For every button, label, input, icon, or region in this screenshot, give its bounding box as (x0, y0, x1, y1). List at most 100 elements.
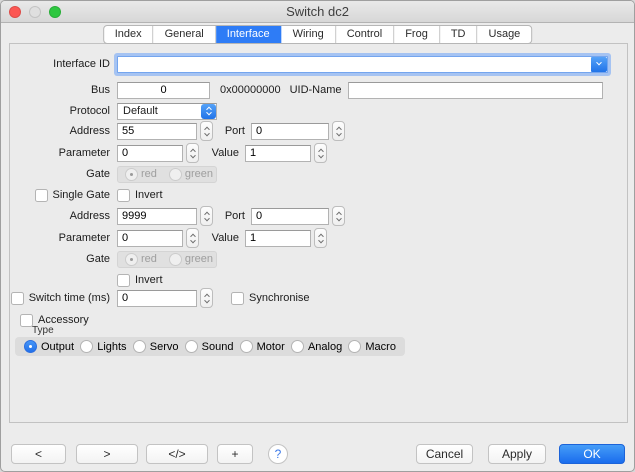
address2-row: Address Port (10, 206, 345, 226)
type-option-label: Analog (308, 341, 342, 353)
uid-name-input[interactable] (348, 82, 603, 99)
switch-time-row: Switch time (ms) Synchronise (10, 288, 310, 308)
address1-input[interactable] (117, 123, 197, 140)
radio-red-icon (125, 168, 138, 181)
apply-button[interactable]: Apply (488, 444, 546, 464)
tab-wiring[interactable]: Wiring (282, 26, 336, 43)
bus-hex-value: 0x00000000 (220, 84, 281, 96)
tab-general[interactable]: General (154, 26, 216, 43)
type-option-label: Sound (202, 341, 234, 353)
value2-stepper[interactable] (314, 228, 327, 248)
type-option-output[interactable]: Output (24, 340, 74, 353)
gate2-radio-group: red green (117, 251, 217, 268)
address2-label: Address (10, 210, 110, 222)
parameter2-input[interactable] (117, 230, 183, 247)
next-button[interactable]: > (76, 444, 138, 464)
prev-button[interactable]: < (11, 444, 66, 464)
gate2-red-label: red (141, 253, 157, 265)
synchronise-label: Synchronise (249, 292, 310, 304)
gate2-green-option: green (169, 253, 213, 266)
address2-input[interactable] (117, 208, 197, 225)
address1-stepper[interactable] (200, 121, 213, 141)
help-button[interactable]: ? (268, 444, 288, 464)
accessory-row: Accessory (20, 310, 89, 330)
type-option-motor[interactable]: Motor (240, 340, 285, 353)
switch-time-checkbox[interactable] (11, 292, 24, 305)
tab-interface[interactable]: Interface (216, 26, 282, 43)
tab-td[interactable]: TD (440, 26, 478, 43)
single-gate-checkbox[interactable] (35, 189, 48, 202)
port1-stepper[interactable] (332, 121, 345, 141)
radio-green-icon (169, 253, 182, 266)
type-radio-group: Output Lights Servo Sound Motor Analog (15, 337, 405, 356)
type-option-sound[interactable]: Sound (185, 340, 234, 353)
interface-id-combobox (117, 56, 608, 73)
gate1-green-option: green (169, 168, 213, 181)
address2-stepper[interactable] (200, 206, 213, 226)
stepper-down-icon (190, 152, 196, 158)
add-button[interactable]: + (217, 444, 253, 464)
radio-icon (240, 340, 253, 353)
tab-bar: Index General Interface Wiring Control F… (103, 25, 533, 44)
radio-icon (80, 340, 93, 353)
type-option-label: Servo (150, 341, 179, 353)
single-gate-row: Single Gate Invert (10, 185, 163, 205)
gate1-red-label: red (141, 168, 157, 180)
type-option-analog[interactable]: Analog (291, 340, 342, 353)
protocol-popup[interactable]: Default (117, 103, 217, 120)
stepper-down-icon (204, 215, 210, 221)
zoom-button[interactable] (49, 6, 61, 18)
bus-input[interactable] (117, 82, 210, 99)
value2-label: Value (199, 232, 239, 244)
parameter1-row: Parameter Value (10, 143, 327, 163)
title-bar: Switch dc2 (1, 1, 634, 23)
gate2-label: Gate (10, 253, 110, 265)
stepper-down-icon (204, 130, 210, 136)
protocol-row: Protocol Default (10, 101, 217, 121)
interface-id-input[interactable] (117, 56, 608, 73)
type-option-macro[interactable]: Macro (348, 340, 396, 353)
tab-control[interactable]: Control (336, 26, 394, 43)
ok-button[interactable]: OK (559, 444, 625, 464)
radio-selected-icon (24, 340, 37, 353)
parameter2-stepper[interactable] (186, 228, 199, 248)
port2-stepper[interactable] (332, 206, 345, 226)
address1-row: Address Port (10, 121, 345, 141)
cancel-button[interactable]: Cancel (416, 444, 473, 464)
gate2-red-option: red (125, 253, 157, 266)
invert2-checkbox[interactable] (117, 274, 130, 287)
radio-red-icon (125, 253, 138, 266)
synchronise-checkbox[interactable] (231, 292, 244, 305)
interface-id-dropdown-button[interactable] (591, 57, 607, 72)
tab-frog[interactable]: Frog (394, 26, 440, 43)
close-button[interactable] (9, 6, 21, 18)
popup-arrows-icon (201, 104, 216, 119)
value2-input[interactable] (245, 230, 311, 247)
parameter1-stepper[interactable] (186, 143, 199, 163)
switch-time-input[interactable] (117, 290, 197, 307)
invert1-checkbox[interactable] (117, 189, 130, 202)
interface-id-row: Interface ID (10, 54, 608, 74)
tab-index[interactable]: Index (104, 26, 154, 43)
tab-usage[interactable]: Usage (478, 26, 532, 43)
type-option-label: Macro (365, 341, 396, 353)
value1-input[interactable] (245, 145, 311, 162)
parameter1-input[interactable] (117, 145, 183, 162)
gate2-green-label: green (185, 253, 213, 265)
parameter2-label: Parameter (10, 232, 110, 244)
chevron-down-icon (596, 60, 602, 66)
port1-input[interactable] (251, 123, 329, 140)
type-option-lights[interactable]: Lights (80, 340, 126, 353)
code-button[interactable]: </> (146, 444, 208, 464)
invert1-label: Invert (135, 189, 163, 201)
value1-stepper[interactable] (314, 143, 327, 163)
switch-dialog-window: Switch dc2 Index General Interface Wirin… (0, 0, 635, 472)
stepper-down-icon (318, 152, 324, 158)
protocol-label: Protocol (10, 105, 110, 117)
address1-label: Address (10, 125, 110, 137)
traffic-lights (9, 6, 61, 18)
window-title: Switch dc2 (286, 4, 349, 19)
type-option-servo[interactable]: Servo (133, 340, 179, 353)
port2-input[interactable] (251, 208, 329, 225)
switch-time-stepper[interactable] (200, 288, 213, 308)
